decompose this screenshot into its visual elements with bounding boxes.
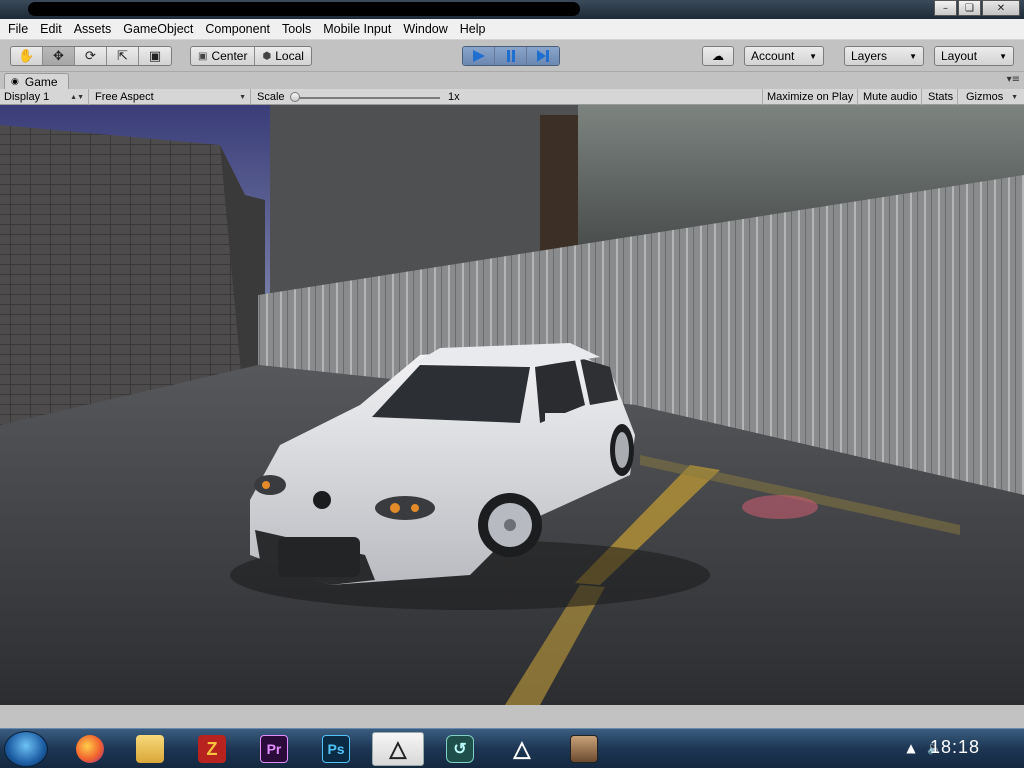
account-label: Account <box>751 49 795 63</box>
pivot-local-label: Local <box>275 49 304 63</box>
taskbar-filezilla[interactable]: Z <box>186 732 238 766</box>
hand-tool-icon[interactable]: ✋ <box>11 47 43 65</box>
chevron-updown-icon: ▲▼ <box>70 93 84 101</box>
pivot-center-icon: ▣ <box>198 50 208 62</box>
play-controls <box>462 46 560 66</box>
pivot-toggles: ▣ Center ⬢ Local <box>190 46 312 66</box>
menu-edit[interactable]: Edit <box>34 22 68 36</box>
chevron-down-icon: ▼ <box>809 51 817 61</box>
maximize-on-play-toggle[interactable]: Maximize on Play <box>762 89 859 105</box>
chevron-down-icon: ▼ <box>909 51 917 61</box>
taskbar-premiere[interactable]: Pr <box>248 732 300 766</box>
premiere-icon: Pr <box>260 735 288 763</box>
taskbar-file-explorer[interactable] <box>124 732 176 766</box>
display-select[interactable]: Display 1 ▲▼ <box>0 89 89 105</box>
pause-button[interactable] <box>495 47 527 65</box>
gta-icon <box>570 735 598 763</box>
menu-bar: File Edit Assets GameObject Component To… <box>0 19 1024 40</box>
cloud-icon: ☁ <box>712 49 724 63</box>
minimize-button[interactable]: – <box>934 0 957 16</box>
game-viewport[interactable] <box>0 105 1024 705</box>
show-hidden-icons-icon[interactable]: ▲ <box>906 741 915 755</box>
layout-label: Layout <box>941 49 978 63</box>
aspect-label: Free Aspect <box>95 91 154 103</box>
taskbar-clock[interactable]: 18:18 <box>930 737 980 758</box>
chevron-down-icon: ▼ <box>1011 93 1018 101</box>
pivot-center-button[interactable]: ▣ Center <box>191 47 256 65</box>
gizmos-label: Gizmos <box>966 91 1004 103</box>
chevron-down-icon: ▼ <box>999 51 1007 61</box>
menu-help[interactable]: Help <box>454 22 492 36</box>
editor-bottom-strip <box>0 705 1024 728</box>
os-taskbar: Z Pr Ps △ ↺ △ ▲ 🔈 18:18 <box>0 728 1024 768</box>
move-tool-icon[interactable]: ✥ <box>43 47 75 65</box>
chevron-down-icon: ▼ <box>239 93 246 101</box>
menu-component[interactable]: Component <box>199 22 276 36</box>
mute-audio-toggle[interactable]: Mute audio <box>859 89 923 105</box>
photoshop-icon: Ps <box>322 735 350 763</box>
pivot-center-label: Center <box>211 49 248 63</box>
firefox-icon <box>76 735 104 763</box>
menu-mobile-input[interactable]: Mobile Input <box>317 22 397 36</box>
step-icon <box>537 50 549 62</box>
taskbar-firefox[interactable] <box>64 732 116 766</box>
menu-window[interactable]: Window <box>397 22 453 36</box>
pivot-local-button[interactable]: ⬢ Local <box>255 47 310 65</box>
taskbar-unity[interactable]: △ <box>496 732 548 766</box>
tab-game[interactable]: ◉ Game <box>4 73 69 89</box>
maximize-button[interactable]: ❏ <box>958 0 981 16</box>
scale-value: 1x <box>448 91 460 103</box>
aspect-select[interactable]: Free Aspect ▼ <box>91 89 251 105</box>
gizmos-dropdown[interactable]: Gizmos ▼ <box>962 89 1022 105</box>
taskbar-gta[interactable] <box>558 732 610 766</box>
taskbar-photoshop[interactable]: Ps <box>310 732 362 766</box>
display-label: Display 1 <box>4 91 50 103</box>
scale-slider-track[interactable] <box>295 97 440 99</box>
layers-label: Layers <box>851 49 888 63</box>
taskbar-unity-active[interactable]: △ <box>372 732 424 766</box>
pause-icon <box>506 50 515 62</box>
window-title-bar: – ❏ ✕ <box>0 0 1024 19</box>
gamepad-icon: ◉ <box>11 76 19 86</box>
account-dropdown[interactable]: Account ▼ <box>744 46 824 66</box>
unity-icon: △ <box>389 736 407 761</box>
scale-label: Scale <box>257 91 285 103</box>
transform-tools: ✋ ✥ ⟳ ⇱ ▣ <box>10 46 172 66</box>
play-icon <box>472 50 485 62</box>
tab-strip: ◉ Game ▾≡ <box>0 72 1024 89</box>
stats-toggle[interactable]: Stats <box>924 89 959 105</box>
scale-slider-handle[interactable] <box>290 92 300 102</box>
rotate-tool-icon[interactable]: ⟳ <box>75 47 107 65</box>
tab-game-label: Game <box>24 74 58 89</box>
rect-tool-icon[interactable]: ▣ <box>139 47 171 65</box>
taskbar-gamemaker[interactable]: ↺ <box>434 732 486 766</box>
menu-assets[interactable]: Assets <box>68 22 118 36</box>
close-button[interactable]: ✕ <box>982 0 1020 16</box>
window-controls: – ❏ ✕ <box>933 0 1020 16</box>
cube-icon: ⬢ <box>262 50 272 62</box>
cloud-button[interactable]: ☁ <box>702 46 734 66</box>
game-view-bar: Display 1 ▲▼ Free Aspect ▼ Scale 1x Maxi… <box>0 89 1024 105</box>
redacted-title <box>28 2 580 16</box>
file-explorer-icon <box>136 735 164 763</box>
tab-menu-icon[interactable]: ▾≡ <box>1007 74 1020 85</box>
gamemaker-icon: ↺ <box>446 735 474 763</box>
start-button[interactable] <box>4 731 48 767</box>
play-button[interactable] <box>463 47 495 65</box>
editor-toolbar: ✋ ✥ ⟳ ⇱ ▣ ▣ Center ⬢ Local ☁ Account ▼ L <box>0 40 1024 72</box>
step-button[interactable] <box>527 47 559 65</box>
filezilla-icon: Z <box>198 735 226 763</box>
menu-gameobject[interactable]: GameObject <box>117 22 199 36</box>
layout-dropdown[interactable]: Layout ▼ <box>934 46 1014 66</box>
game-scene-render <box>0 105 1024 705</box>
menu-tools[interactable]: Tools <box>276 22 317 36</box>
menu-file[interactable]: File <box>2 22 34 36</box>
scale-tool-icon[interactable]: ⇱ <box>107 47 139 65</box>
layers-dropdown[interactable]: Layers ▼ <box>844 46 924 66</box>
unity-icon: △ <box>513 736 531 761</box>
